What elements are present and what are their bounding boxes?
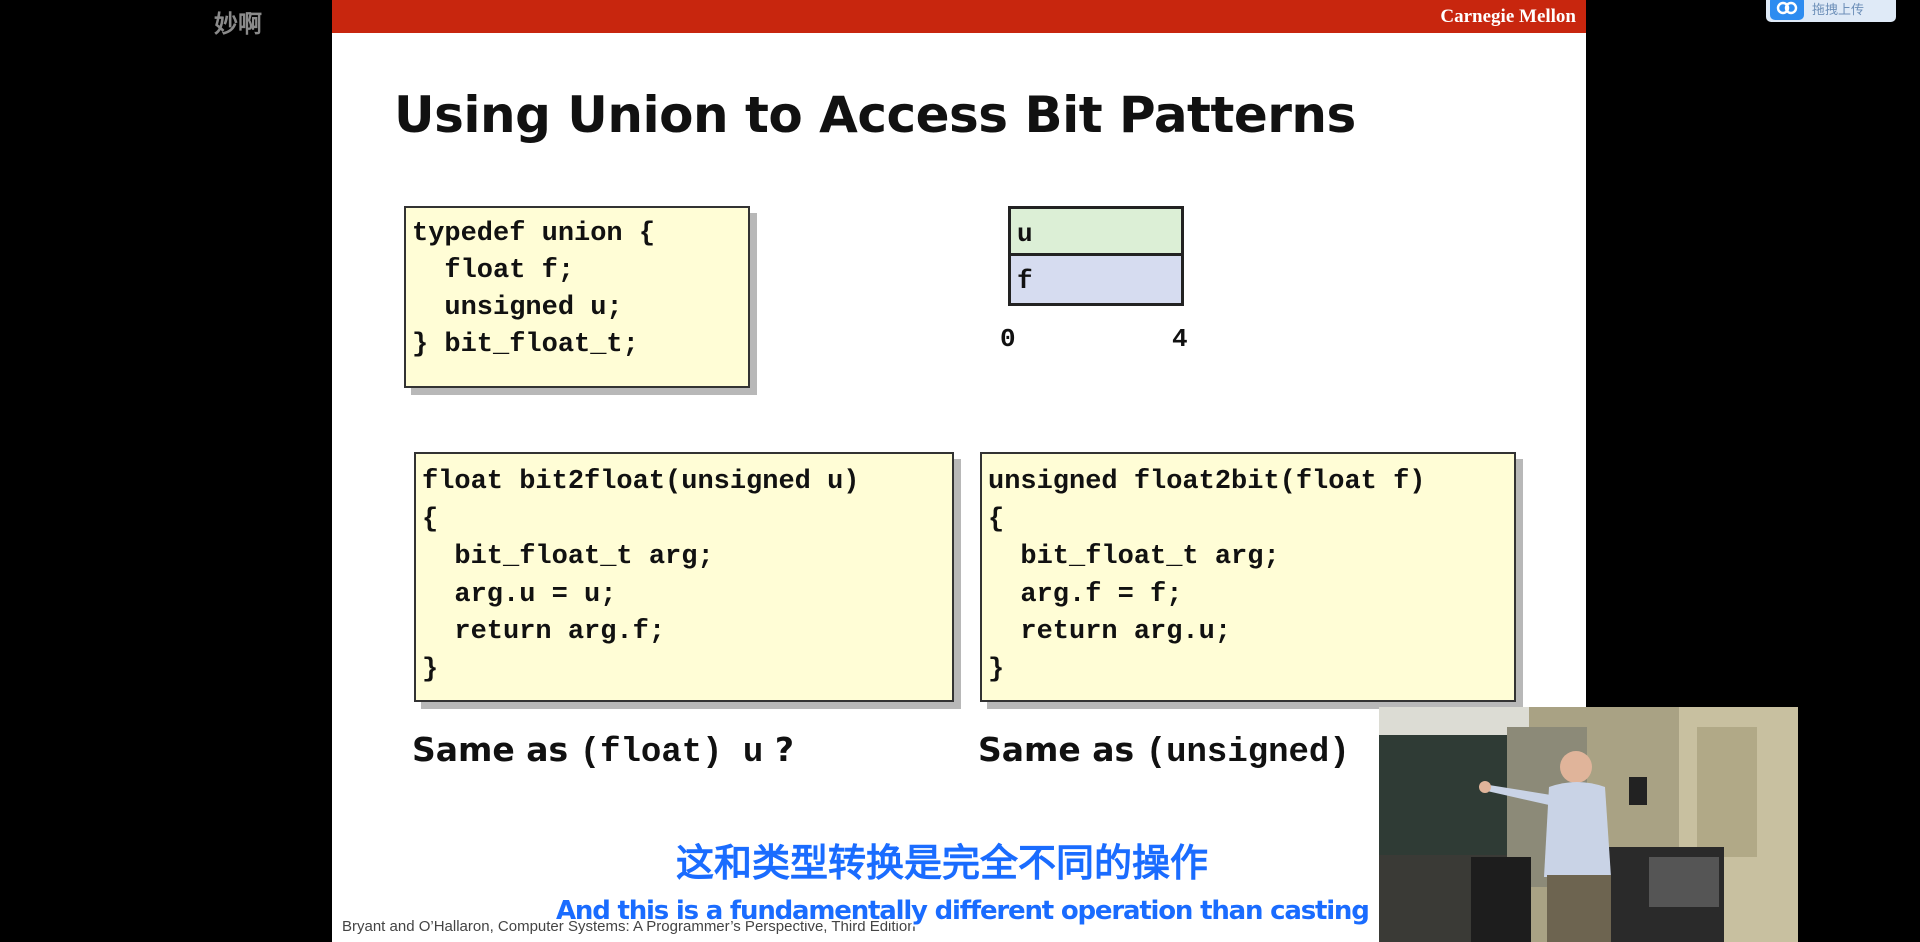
drag-upload-button[interactable]: 拖拽上传	[1766, 0, 1896, 22]
union-memory-diagram: u f 0 4	[1000, 206, 1188, 354]
offset-end-label: 4	[1172, 324, 1188, 354]
code-line: float bit2float(unsigned u)	[422, 467, 860, 497]
caption-prefix: Same as	[978, 730, 1146, 769]
subtitle-chinese: 这和类型转换是完全不同的操作	[673, 839, 1210, 888]
union-cell-u: u	[1008, 206, 1184, 256]
code-line: typedef union {	[412, 219, 656, 249]
upload-label: 拖拽上传	[1812, 2, 1865, 18]
caption-code: (unsigned)	[1145, 734, 1350, 772]
offset-start-label: 0	[1000, 324, 1016, 354]
subtitle-english: And this is a fundamentally different op…	[554, 894, 1372, 928]
lecturer-video-image	[1379, 707, 1798, 942]
code-line: return arg.u;	[988, 617, 1232, 647]
code-line: bit_float_t arg;	[422, 542, 714, 572]
code-line: unsigned u;	[412, 293, 623, 323]
union-cell-f: f	[1008, 256, 1184, 306]
slide-header-bar: Carnegie Mellon	[332, 0, 1586, 33]
float2bit-code-box: unsigned float2bit(float f) { bit_float_…	[980, 452, 1516, 702]
bit2float-code-box: float bit2float(unsigned u) { bit_float_…	[414, 452, 954, 702]
university-brand: Carnegie Mellon	[1440, 6, 1576, 27]
video-watermark: 妙啊	[214, 10, 262, 38]
caption-suffix: ?	[763, 730, 794, 769]
code-line: }	[422, 654, 439, 685]
code-line: {	[422, 504, 439, 535]
code-line: bit_float_t arg;	[988, 542, 1280, 572]
cloud-upload-icon	[1770, 0, 1804, 20]
slide-title: Using Union to Access Bit Patterns	[394, 86, 1356, 144]
caption-prefix: Same as	[412, 730, 580, 769]
code-line: } bit_float_t;	[412, 330, 639, 360]
typedef-code-box: typedef union { float f; unsigned u; } b…	[404, 206, 750, 388]
code-line: float f;	[412, 256, 575, 286]
code-line: arg.u = u;	[422, 579, 617, 610]
caption-bit2float: Same as (float) u ?	[412, 730, 794, 772]
code-line: return arg.f;	[422, 617, 666, 647]
caption-code: (float) u	[579, 734, 764, 772]
code-line: unsigned float2bit(float f)	[988, 467, 1426, 497]
code-line: {	[988, 504, 1005, 535]
caption-float2bit: Same as (unsigned)	[978, 730, 1350, 772]
code-line: arg.f = f;	[988, 579, 1183, 610]
lecturer-camera-feed	[1379, 707, 1798, 942]
code-line: }	[988, 654, 1005, 685]
